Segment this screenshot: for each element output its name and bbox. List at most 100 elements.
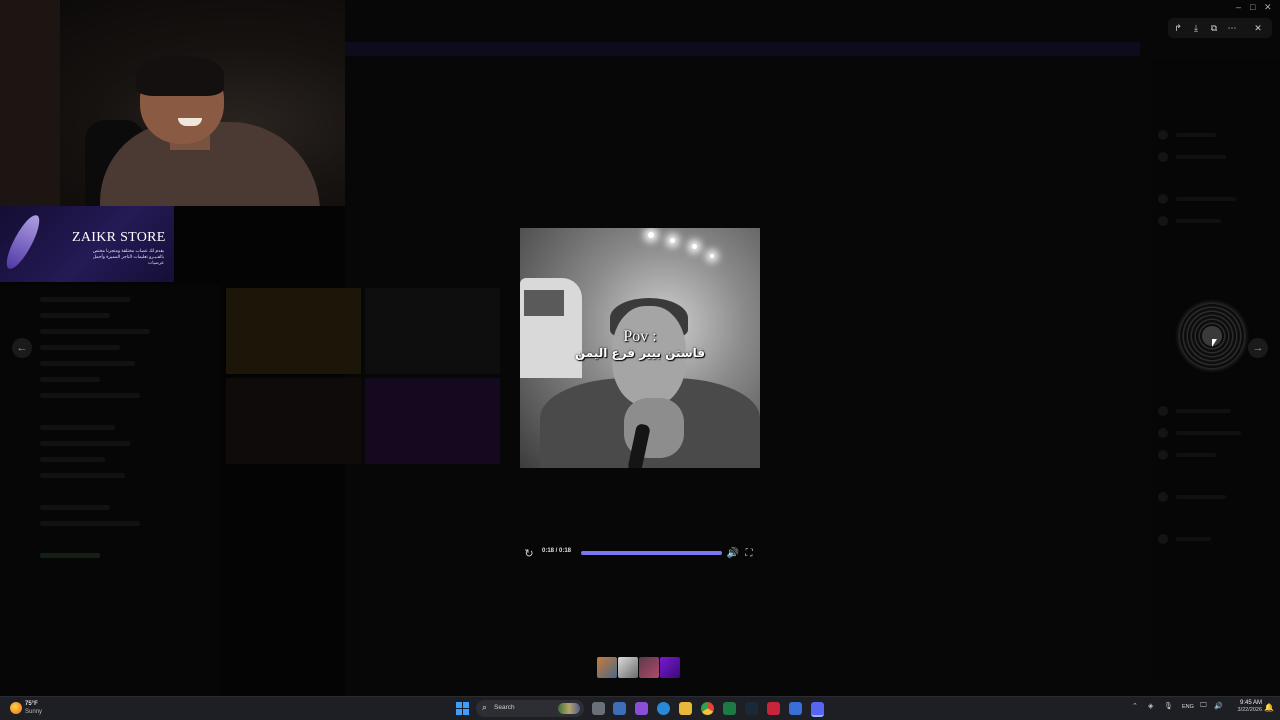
- steam-icon[interactable]: [745, 702, 758, 715]
- replay-icon[interactable]: ↻: [522, 546, 536, 560]
- bg-tile: [365, 288, 500, 374]
- bg-line: [40, 313, 110, 318]
- windows-start-icon[interactable]: [456, 702, 469, 715]
- close-icon[interactable]: ✕: [1250, 20, 1266, 36]
- store-name: ZAIKR STORE: [72, 230, 166, 245]
- system-clock[interactable]: 9:45 AM 3/22/2026: [1228, 700, 1262, 713]
- bg-line: [40, 505, 110, 510]
- fullscreen-icon[interactable]: ⛶: [742, 546, 756, 560]
- bg-row: [1158, 492, 1258, 502]
- bg-row: [1158, 130, 1258, 140]
- bg-line: [40, 425, 115, 430]
- video-player[interactable]: Pov : قاستن بيير فرع اليمن: [520, 228, 760, 468]
- taskbar: 75°F Sunny ⌕ Search ⌃ ◈ 🎙 ENG 🖵 🔊 9:45 A…: [0, 696, 1280, 720]
- previous-arrow-icon[interactable]: ←: [12, 338, 32, 358]
- clock-time: 9:45 AM: [1239, 700, 1262, 706]
- thumbnail[interactable]: [660, 657, 680, 678]
- minimize-icon[interactable]: –: [1236, 2, 1241, 12]
- tray-app-icon[interactable]: ◈: [1148, 702, 1153, 710]
- mouse-cursor-icon: [1212, 339, 1217, 347]
- screen: ZAIKR STORE يقدم لك عصاب مختلفة ومتجرنا …: [0, 0, 1280, 720]
- weather-widget[interactable]: 75°F Sunny: [10, 700, 70, 718]
- bg-tile: [226, 288, 361, 374]
- bg-line: [40, 377, 100, 382]
- widgets-icon[interactable]: [613, 702, 626, 715]
- taskbar-search[interactable]: ⌕ Search: [476, 700, 584, 717]
- search-placeholder: Search: [494, 704, 515, 711]
- language-indicator[interactable]: ENG: [1182, 704, 1194, 710]
- task-view-icon[interactable]: [592, 702, 605, 715]
- file-explorer-icon[interactable]: [679, 702, 692, 715]
- bg-line: [40, 361, 135, 366]
- ceiling-light: [710, 254, 714, 258]
- background-left-panel: [0, 285, 220, 696]
- bg-row: [1158, 534, 1258, 544]
- network-icon[interactable]: 🖵: [1200, 702, 1207, 710]
- bg-line: [40, 345, 120, 350]
- ceiling-light: [670, 238, 675, 243]
- playback-time: 0:18 / 0:18: [542, 548, 572, 554]
- volume-icon[interactable]: 🔊: [726, 546, 740, 560]
- open-external-icon[interactable]: ⧉: [1206, 20, 1222, 36]
- share-icon[interactable]: ↱: [1170, 20, 1186, 36]
- search-icon: ⌕: [482, 702, 488, 712]
- edge-browser-icon[interactable]: [657, 702, 670, 715]
- loading-spinner-icon: [1180, 304, 1244, 368]
- snipping-tool-icon[interactable]: [789, 702, 802, 715]
- next-arrow-icon[interactable]: →: [1248, 338, 1268, 358]
- more-icon[interactable]: ⋯: [1224, 20, 1240, 36]
- bg-row: [1158, 406, 1258, 416]
- bg-tile: [226, 378, 361, 464]
- clock-date: 3/22/2026: [1237, 707, 1262, 713]
- feather-logo-icon: [2, 211, 44, 273]
- bg-row: [1158, 152, 1258, 162]
- bg-line: [40, 441, 130, 446]
- bg-row: [1158, 450, 1258, 460]
- cam-person-hair: [136, 56, 224, 96]
- thumbnail[interactable]: [639, 657, 659, 678]
- sun-icon: [10, 702, 22, 714]
- bg-line: [40, 521, 140, 526]
- chrome-icon[interactable]: [701, 702, 714, 715]
- bg-row: [1158, 428, 1258, 438]
- window-controls: – □ ✕: [1230, 2, 1276, 14]
- thumbnail-strip: [597, 657, 683, 678]
- bg-tile: [365, 378, 500, 464]
- ceiling-light: [648, 232, 654, 238]
- window-close-icon[interactable]: ✕: [1264, 2, 1272, 13]
- bg-line: [40, 329, 150, 334]
- microphone-icon[interactable]: 🎙: [1164, 702, 1173, 710]
- store-banner: ZAIKR STORE يقدم لك عصاب مختلفة ومتجرنا …: [0, 206, 174, 282]
- webcam-overlay: [0, 0, 345, 206]
- bg-line: [40, 297, 130, 302]
- chevron-up-icon[interactable]: ⌃: [1132, 702, 1138, 710]
- ceiling-light: [692, 244, 697, 249]
- bg-line: [40, 553, 100, 558]
- excel-icon[interactable]: [723, 702, 736, 715]
- store-tagline: يقدم لك عصاب مختلفة ومتجرنا مختص بالفـيـ…: [92, 248, 164, 265]
- maximize-icon[interactable]: □: [1250, 2, 1255, 12]
- bg-line: [40, 457, 105, 462]
- weather-condition: Sunny: [25, 709, 43, 715]
- download-icon[interactable]: ⤓: [1188, 20, 1204, 36]
- notification-icon[interactable]: 🔔: [1264, 703, 1274, 712]
- video-overlay-title: Pov :: [623, 328, 657, 345]
- app-a-icon[interactable]: [767, 702, 780, 715]
- copilot-icon[interactable]: [635, 702, 648, 715]
- bg-line: [40, 393, 140, 398]
- discord-icon[interactable]: [811, 702, 824, 717]
- background-media-grid: [226, 288, 500, 464]
- progress-fill: [581, 551, 722, 555]
- viewer-toolbar: ↱ ⤓ ⧉ ⋯ ✕: [1168, 18, 1272, 38]
- progress-bar[interactable]: [581, 551, 722, 555]
- thumbnail[interactable]: [618, 657, 638, 678]
- bg-row: [1158, 216, 1258, 226]
- thumbnail[interactable]: [597, 657, 617, 678]
- weather-temp: 75°F: [25, 701, 38, 707]
- bg-row: [1158, 194, 1258, 204]
- video-overlay-caption: قاستن بيير فرع اليمن: [574, 346, 706, 360]
- speaker-icon[interactable]: 🔊: [1214, 702, 1223, 710]
- bg-line: [40, 473, 125, 478]
- background-topbar: [345, 42, 1140, 56]
- player-controls: ↻ 0:18 / 0:18 🔊 ⛶: [520, 545, 760, 561]
